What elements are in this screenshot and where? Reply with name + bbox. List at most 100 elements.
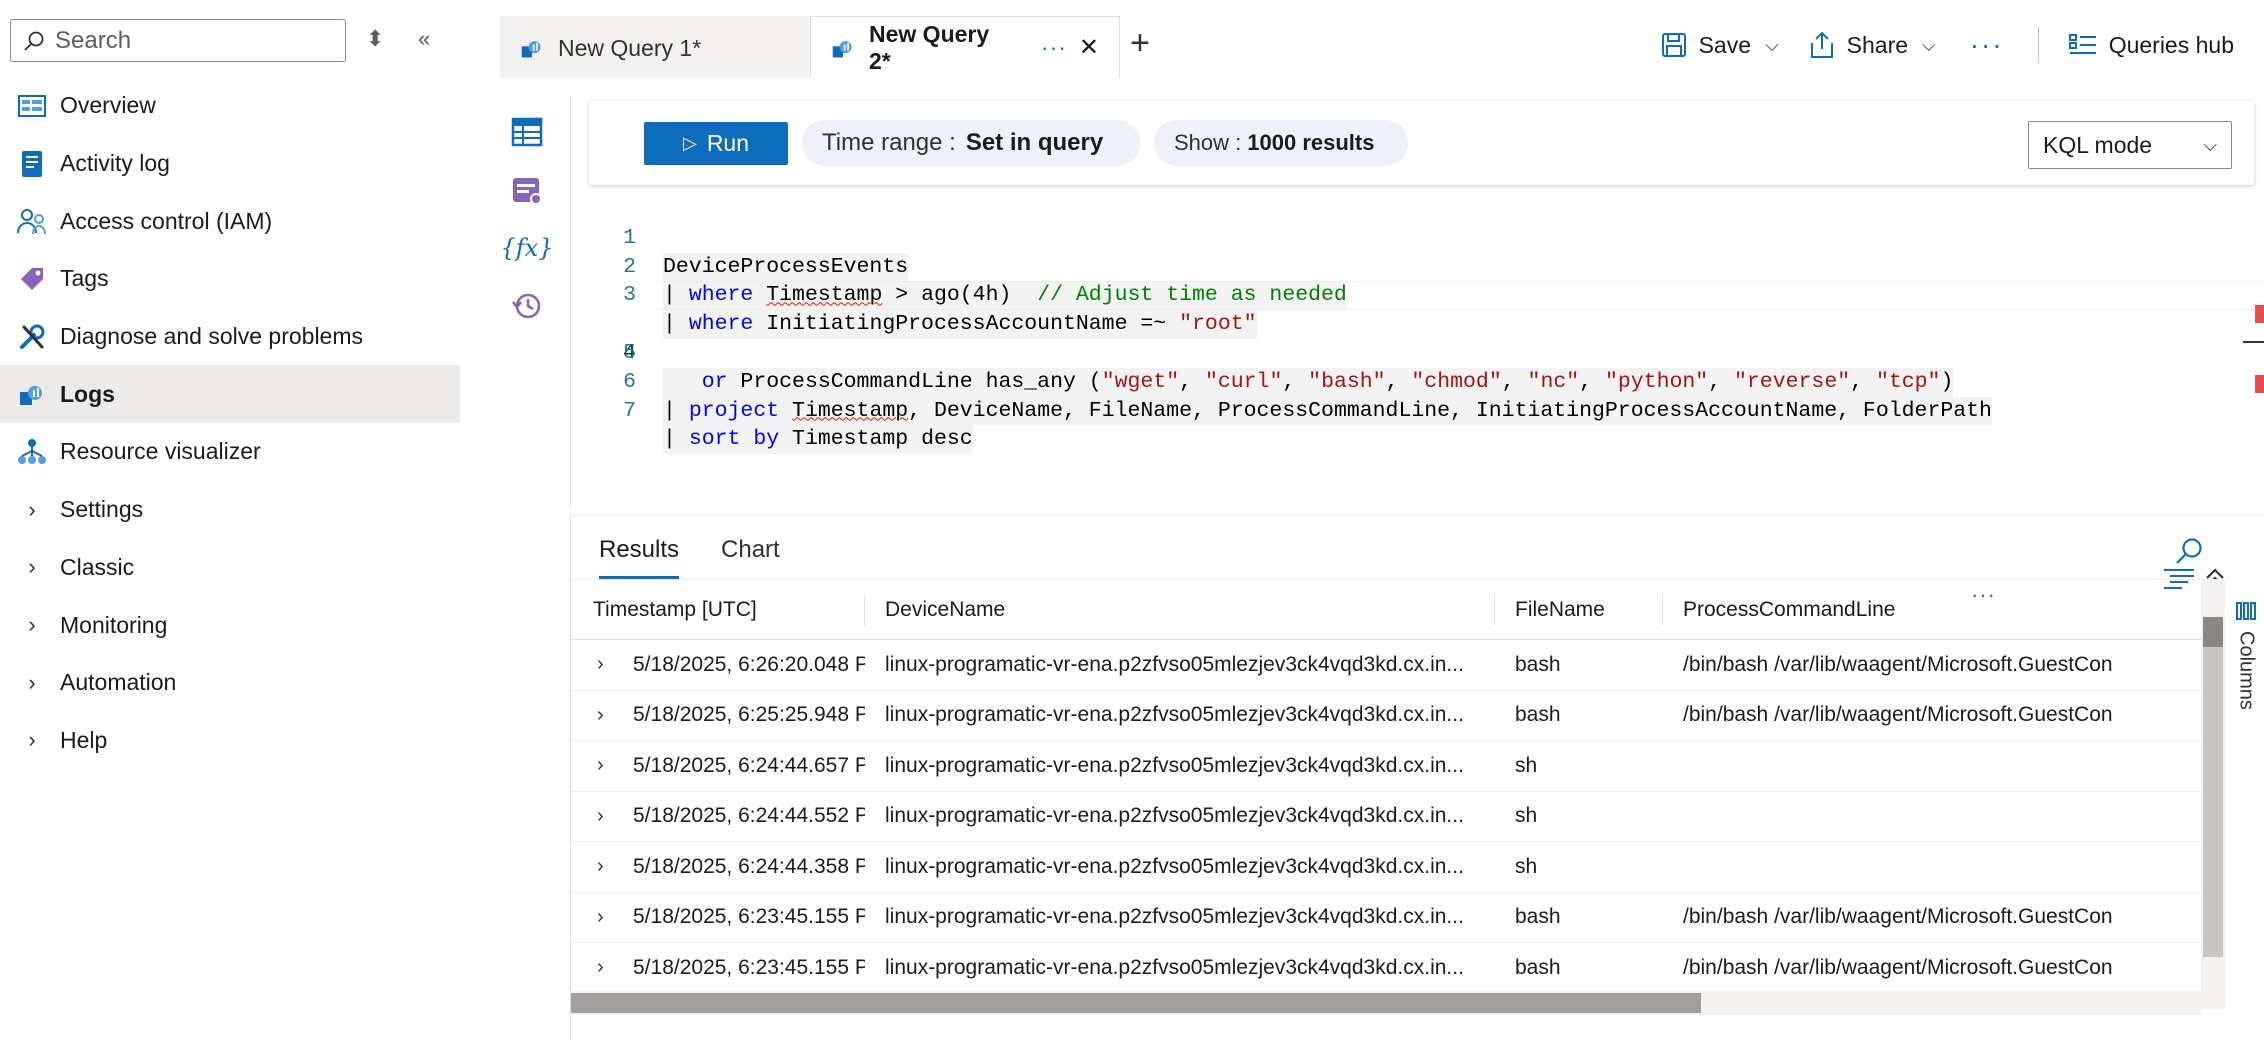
table-row[interactable]: › 5/18/2025, 6:23:45.155 PM linux-programa… [571,893,2201,943]
sidebar-item-diagnose[interactable]: Diagnose and solve problems [0,308,460,366]
collapse-sidebar-icon[interactable]: « [418,26,430,52]
tab-new-query-1[interactable]: New Query 1* [500,16,810,78]
query-mode-select[interactable]: KQL mode ⌵ [2028,121,2232,169]
share-button[interactable]: Share ⌵ [1799,31,1946,59]
sidebar-item-logs[interactable]: Logs [0,365,460,424]
sidebar-item-tags[interactable]: Tags [0,250,460,308]
tab-results[interactable]: Results [599,536,680,579]
sidebar-search-box[interactable]: Search [10,19,346,62]
sidebar-item-label: Tags [60,265,109,292]
access-control-icon [16,205,48,237]
search-icon [24,31,44,51]
error-marker [2255,375,2264,393]
cell-processcommandline [1663,741,2163,791]
column-header-filename[interactable]: FileName [1495,594,1663,625]
toolbar-divider [2037,27,2039,63]
sidebar-item-access-control[interactable]: Access control (IAM) [0,192,460,250]
activity-log-icon [16,148,48,180]
sidebar-search-placeholder: Search [55,26,132,54]
add-tab-icon[interactable]: + [1130,26,1150,60]
expand-row-icon[interactable]: › [571,640,633,690]
scroll-thumb[interactable] [571,993,1701,1013]
sidebar-item-overview[interactable]: Overview [0,77,460,135]
top-command-bar: Save ⌵ Share ⌵ ··· Queries hub [1651,22,2244,68]
expand-row-icon[interactable]: › [571,741,633,791]
tool-rail: {fx} [501,110,555,342]
sort-updown-icon[interactable]: ⬍ [366,26,384,52]
table-row[interactable]: › 5/18/2025, 6:25:25.948 PM linux-programa… [571,691,2201,741]
queries-icon[interactable] [505,168,549,212]
sidebar-group-help[interactable]: › Help [0,712,460,770]
play-icon: ▷ [682,132,697,153]
table-row[interactable]: › 5/18/2025, 6:24:44.657 PM linux-programa… [571,741,2201,792]
overview-icon [16,90,48,122]
tab-new-query-2[interactable]: New Query 2* ··· ✕ [810,16,1120,78]
cell-timestamp: 5/18/2025, 6:26:20.048 PM [633,652,865,676]
sidebar-item-label: Diagnose and solve problems [60,323,364,350]
column-header-timestamp[interactable]: Timestamp [UTC] [571,594,865,625]
sidebar-item-activity-log[interactable]: Activity log [0,135,460,193]
cell-processcommandline: /bin/bash /var/lib/waagent/Microsoft.Gue… [1683,652,2113,676]
cursor-overview-marker [2243,341,2264,343]
cell-devicename: linux-programatic-vr-ena.p2zfvso05mlezje… [885,955,1464,979]
results-grid: Timestamp [UTC] DeviceName FileName Proc… [571,579,2201,999]
cell-devicename: linux-programatic-vr-ena.p2zfvso05mlezje… [885,804,1464,828]
show-prefix: Show : [1174,130,1242,155]
tables-icon[interactable] [505,110,549,154]
time-range-picker[interactable]: Time range : Set in query [802,120,1140,166]
columns-panel-toggle[interactable]: Columns [2231,601,2261,710]
resource-visualizer-icon [16,436,48,468]
horizontal-scrollbar[interactable] [571,991,2201,1015]
sidebar-group-settings[interactable]: › Settings [0,481,460,539]
history-icon[interactable] [505,284,549,328]
sidebar-item-label: Monitoring [60,611,168,638]
vertical-scrollbar[interactable] [2201,579,2225,1009]
table-row[interactable]: › 5/18/2025, 6:24:44.358 PM linux-programa… [571,842,2201,893]
expand-row-icon[interactable]: › [571,943,633,993]
results-tabs: Results Chart [599,536,822,579]
grid-header-row: Timestamp [UTC] DeviceName FileName Proc… [571,580,2201,640]
expand-row-icon[interactable]: › [571,792,633,842]
cell-timestamp: 5/18/2025, 6:24:44.552 PM [633,804,865,828]
expand-row-icon[interactable]: › [571,842,633,892]
kql-editor[interactable]: 1 DeviceProcessEvents 2 | where Timestam… [571,195,2264,495]
query-mode-value: KQL mode [2043,131,2153,158]
tab-chart[interactable]: Chart [721,536,780,579]
scroll-thumb[interactable] [2203,617,2223,957]
sidebar-group-monitoring[interactable]: › Monitoring [0,596,460,654]
run-button[interactable]: ▷ Run [644,121,788,165]
cell-filename: sh [1515,753,1538,777]
search-icon[interactable] [2174,536,2204,566]
sidebar-group-automation[interactable]: › Automation [0,654,460,712]
cell-timestamp: 5/18/2025, 6:24:44.657 PM [633,753,865,777]
tag-icon [16,263,48,295]
table-row[interactable]: › 5/18/2025, 6:23:45.155 PM linux-programa… [571,943,2201,994]
column-header-devicename[interactable]: DeviceName [865,594,1495,625]
sidebar-item-resource-visualizer[interactable]: Resource visualizer [0,423,460,481]
queries-hub-button[interactable]: Queries hub [2059,32,2244,59]
time-range-value: Set in query [965,129,1104,156]
chevron-down-icon: ⌵ [2203,134,2217,155]
save-button[interactable]: Save ⌵ [1651,32,1789,59]
table-row[interactable]: › 5/18/2025, 6:26:20.048 PM linux-programa… [571,640,2201,691]
cell-devicename: linux-programatic-vr-ena.p2zfvso05mlezje… [885,703,1464,727]
more-options-icon[interactable]: ··· [1956,29,2018,61]
cell-processcommandline: /bin/bash /var/lib/waagent/Microsoft.Gue… [1683,905,2113,929]
save-label: Save [1698,31,1752,58]
result-limit-picker[interactable]: Show : 1000 results [1154,120,1408,166]
column-header-processcommandline[interactable]: ProcessCommandLine [1663,595,2163,625]
sidebar-group-classic[interactable]: › Classic [0,539,460,597]
tab-more-icon[interactable]: ··· [1041,34,1067,61]
cell-timestamp: 5/18/2025, 6:23:45.155 PM [633,905,865,929]
cell-devicename: linux-programatic-vr-ena.p2zfvso05mlezje… [885,753,1464,777]
chevron-down-icon: ⌵ [1922,34,1936,55]
table-row[interactable]: › 5/18/2025, 6:24:44.552 PM linux-programa… [571,792,2201,842]
queries-hub-label: Queries hub [2108,31,2234,58]
scroll-thumb-cap [2203,617,2223,647]
close-icon[interactable]: ✕ [1079,33,1099,62]
code-line: 1 DeviceProcessEvents [571,195,2264,282]
logs-icon [16,378,48,410]
expand-row-icon[interactable]: › [571,893,633,943]
expand-row-icon[interactable]: › [571,691,633,741]
functions-icon[interactable]: {fx} [501,226,554,270]
